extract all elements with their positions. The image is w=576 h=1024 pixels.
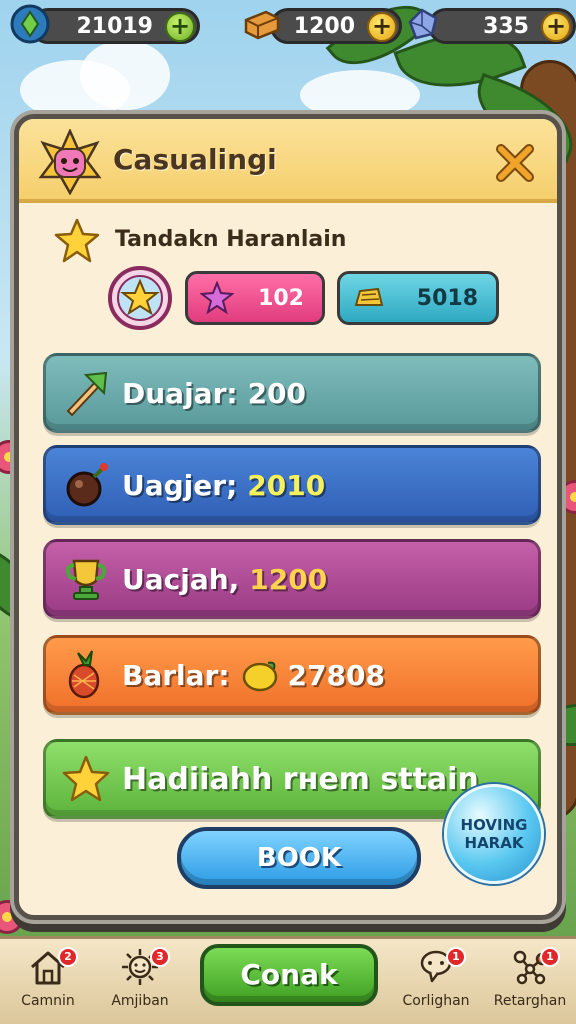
add-gems-button[interactable]: +: [165, 12, 195, 42]
row-value: 1200: [249, 562, 328, 596]
panel-header: Casualingi: [19, 119, 557, 203]
gold-pile-icon: [354, 287, 384, 306]
resource-value: 1200: [293, 13, 355, 39]
row-value: 2010: [247, 468, 326, 502]
notification-badge: 1: [540, 947, 560, 967]
panel-subtitle: Tandakn Haranlain: [115, 227, 347, 252]
row-label: Uacjah,: [122, 562, 240, 596]
arrow-cone-icon: [66, 371, 108, 417]
star-icon: [62, 755, 110, 802]
close-icon[interactable]: [493, 141, 537, 185]
star-icon: [54, 218, 100, 263]
star-medal-icon: [108, 266, 172, 330]
notification-badge: 2: [58, 947, 78, 967]
row-label: Duajar:: [122, 376, 238, 410]
resource-bar: 21019 + 1200 + 335 +: [8, 4, 576, 46]
lemon-icon: [242, 661, 277, 692]
add-crystals-button[interactable]: +: [541, 12, 571, 42]
trophy-icon: [65, 559, 107, 600]
row-value: 27808: [287, 658, 385, 692]
bubble-line-2: HARAK: [464, 834, 524, 852]
bomb-icon: [66, 463, 108, 507]
stat-row[interactable]: Uacjah, 1200: [43, 539, 541, 619]
nav-item-amjiban[interactable]: 3 Amjiban: [92, 947, 188, 1023]
stat-row[interactable]: Barlar: 27808: [43, 635, 541, 715]
stat-row[interactable]: Duajar: 200: [43, 353, 541, 433]
leaf-gem-icon: [10, 4, 50, 44]
resource-value: 21019: [76, 13, 153, 39]
bubble-line-1: HOVING: [460, 816, 528, 834]
nav-label: Camnin: [21, 993, 75, 1009]
row-value: 200: [247, 376, 307, 410]
brick-icon: [244, 10, 280, 40]
row-label: Uagjer;: [122, 468, 238, 502]
reward-label: Hadiiahh rнem sttain: [122, 761, 479, 797]
nav-item-home[interactable]: 2 Camnin: [0, 947, 96, 1023]
row-label: Barlar:: [122, 658, 230, 692]
resource-value: 335: [483, 13, 529, 39]
gold-counter: 5018: [337, 271, 499, 325]
crystal-icon: [408, 8, 438, 40]
star-face-avatar-icon: [38, 129, 102, 195]
nav-label: Retarghan: [493, 993, 567, 1009]
gold-value: 5018: [416, 285, 478, 311]
book-button[interactable]: BOOK: [177, 827, 421, 889]
resource-bricks: 1200 +: [270, 8, 402, 44]
bonus-bubble-button[interactable]: HOVING HARAK: [444, 784, 544, 884]
nav-label: Amjiban: [111, 993, 169, 1009]
stars-counter: 102: [185, 271, 325, 325]
notification-badge: 1: [446, 947, 466, 967]
nav-item-retarghan[interactable]: 1 Retarghan: [482, 947, 576, 1023]
pineapple-icon: [68, 650, 100, 699]
panel-title: Casualingi: [113, 143, 277, 176]
resource-gems: 21019 +: [30, 8, 200, 44]
conak-button[interactable]: Conak: [200, 944, 378, 1006]
nav-label: Corlighan: [402, 993, 470, 1009]
stat-row[interactable]: Uagjer; 2010: [43, 445, 541, 525]
pink-star-icon: [200, 281, 234, 315]
resource-crystals: 335 +: [428, 8, 576, 44]
add-bricks-button[interactable]: +: [367, 12, 397, 42]
notification-badge: 3: [150, 947, 170, 967]
nav-item-corlighan[interactable]: 1 Corlighan: [388, 947, 484, 1023]
stars-value: 102: [258, 285, 304, 311]
